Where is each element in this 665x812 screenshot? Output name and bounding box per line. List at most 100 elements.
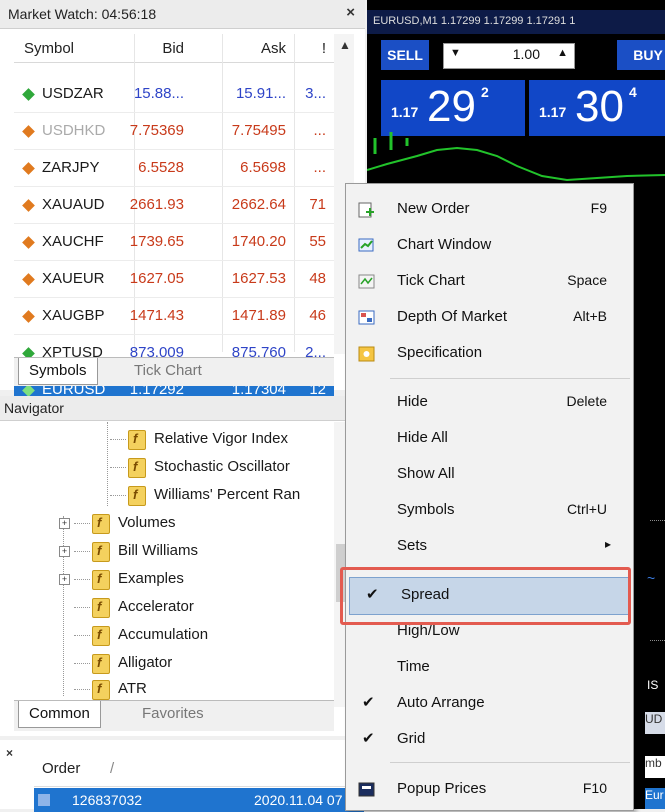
- spread-highlight-outline: [340, 567, 631, 625]
- chart-line-fragment: ~: [647, 570, 656, 586]
- expand-icon[interactable]: +: [59, 574, 70, 585]
- menu-item-symbols[interactable]: Symbols Ctrl+U: [346, 493, 633, 529]
- navigator-panel: Navigator Common Favorites Relative Vigo…: [0, 396, 365, 736]
- menu-label: Show All: [397, 465, 455, 482]
- row-spread: ...: [313, 122, 326, 139]
- column-header-bid[interactable]: Bid: [162, 40, 184, 57]
- expand-icon[interactable]: +: [59, 546, 70, 557]
- market-watch-title: Market Watch: 04:56:18: [8, 6, 157, 22]
- row-ask: 1740.20: [231, 233, 286, 250]
- navigator-item[interactable]: Relative Vigor Index: [154, 426, 288, 452]
- menu-item-hide[interactable]: Hide Delete: [346, 385, 633, 421]
- row-symbol: XAUGBP: [42, 307, 105, 324]
- order-row[interactable]: 126837032 2020.11.04 07: [34, 788, 364, 812]
- menu-item-tick-chart[interactable]: Tick Chart Space: [346, 264, 633, 300]
- market-watch-row[interactable]: USDHKD 7.75369 7.75495...: [14, 113, 334, 150]
- market-watch-row[interactable]: XAUCHF 1739.65 1740.20 55: [14, 224, 334, 261]
- tick-chart-icon: [358, 274, 376, 290]
- market-watch-row[interactable]: XAUEUR 1627.05 1627.53 48: [14, 261, 334, 298]
- row-bid: 6.5528: [138, 159, 184, 176]
- tree-line: [110, 467, 126, 468]
- menu-item-show-all[interactable]: Show All: [346, 457, 633, 493]
- indicator-icon: [128, 486, 146, 506]
- tree-line: [63, 516, 64, 696]
- navigator-item[interactable]: ATR: [118, 676, 147, 702]
- specification-icon: [358, 346, 376, 362]
- column-header-order[interactable]: Order: [42, 760, 80, 777]
- menu-shortcut: F10: [582, 780, 607, 796]
- menu-item-hide-all[interactable]: Hide All: [346, 421, 633, 457]
- market-watch-row[interactable]: USDZAR 15.88... 15.91... 3...: [14, 76, 334, 113]
- row-ask: 1627.53: [231, 270, 286, 287]
- navigator-item[interactable]: Accumulation: [118, 622, 208, 648]
- row-bid: 7.75369: [129, 122, 184, 139]
- menu-label: Grid: [397, 730, 426, 747]
- tab-tick-chart[interactable]: Tick Chart: [124, 358, 212, 384]
- row-bid: 1739.65: [129, 233, 184, 250]
- tab-symbols[interactable]: Symbols: [18, 358, 98, 385]
- row-ask: 2662.64: [231, 196, 286, 213]
- menu-item-chart-window[interactable]: Chart Window: [346, 228, 633, 264]
- column-header-spread[interactable]: !: [322, 40, 326, 57]
- menu-label: Chart Window: [397, 236, 492, 253]
- lot-size-value: 1.00: [512, 46, 540, 62]
- menu-shortcut: Ctrl+U: [566, 501, 607, 517]
- navigator-item[interactable]: Stochastic Oscillator: [154, 454, 290, 480]
- lot-size-input[interactable]: ▼ 1.00 ▲: [443, 43, 575, 69]
- navigator-item[interactable]: Volumes: [118, 510, 176, 536]
- menu-item-depth-of-market[interactable]: Depth Of Market Alt+B: [346, 300, 633, 336]
- row-symbol: ZARJPY: [42, 159, 100, 176]
- menu-label: Tick Chart: [397, 272, 465, 289]
- menu-separator: [390, 762, 630, 763]
- row-bid: 15.88...: [133, 85, 184, 102]
- navigator-item[interactable]: Examples: [118, 566, 184, 592]
- menu-item-time[interactable]: Time: [346, 650, 633, 686]
- price-down-icon: [22, 310, 35, 323]
- sell-button[interactable]: SELL: [381, 40, 429, 70]
- menu-item-grid[interactable]: ✔ Grid: [346, 722, 633, 758]
- indicator-icon: [92, 598, 110, 618]
- price-down-icon: [22, 273, 35, 286]
- market-watch-panel: Market Watch: 04:56:18 × Symbol Bid Ask …: [0, 0, 365, 409]
- chevron-down-icon[interactable]: ▼: [450, 47, 461, 59]
- menu-item-popup-prices[interactable]: Popup Prices F10: [346, 772, 633, 808]
- tab-favorites[interactable]: Favorites: [132, 701, 214, 727]
- market-watch-row[interactable]: XAUGBP 1471.43 1471.89 46: [14, 298, 334, 335]
- menu-label: Specification: [397, 344, 483, 361]
- row-bid: 1627.05: [129, 270, 184, 287]
- navigator-item[interactable]: Williams' Percent Ran: [154, 482, 300, 508]
- scroll-up-icon[interactable]: ▲: [339, 38, 351, 52]
- buy-button[interactable]: BUY: [617, 40, 665, 70]
- menu-item-specification[interactable]: Specification: [346, 336, 633, 372]
- navigator-item[interactable]: Bill Williams: [118, 538, 198, 564]
- row-symbol: XAUEUR: [42, 270, 105, 287]
- row-spread: 71: [309, 196, 326, 213]
- menu-item-new-order[interactable]: New Order F9: [346, 192, 633, 228]
- menu-label: Depth Of Market: [397, 308, 508, 325]
- row-spread: 46: [309, 307, 326, 324]
- column-header-ask[interactable]: Ask: [261, 40, 286, 57]
- tab-common[interactable]: Common: [18, 701, 101, 728]
- tree-line: [107, 422, 108, 506]
- indicator-icon: [128, 430, 146, 450]
- menu-item-sets[interactable]: Sets ▸: [346, 529, 633, 565]
- expand-icon[interactable]: +: [59, 518, 70, 529]
- indicator-icon: [92, 626, 110, 646]
- order-time: 2020.11.04 07: [254, 792, 343, 808]
- navigator-item[interactable]: Alligator: [118, 650, 172, 676]
- order-icon: [38, 794, 50, 806]
- market-watch-row[interactable]: XAUAUD 2661.93 2662.64 71: [14, 187, 334, 224]
- navigator-title: Navigator: [4, 400, 64, 416]
- navigator-item[interactable]: Accelerator: [118, 594, 194, 620]
- menu-item-auto-arrange[interactable]: ✔ Auto Arrange: [346, 686, 633, 722]
- tree-line: [74, 689, 90, 690]
- close-icon[interactable]: ×: [346, 4, 355, 21]
- chevron-up-icon[interactable]: ▲: [557, 47, 568, 59]
- menu-label: Time: [397, 658, 430, 675]
- market-watch-row[interactable]: ZARJPY 6.5528 6.5698...: [14, 150, 334, 187]
- column-header-symbol[interactable]: Symbol: [24, 40, 74, 57]
- checkmark-icon: ✔: [362, 694, 375, 711]
- menu-label: Popup Prices: [397, 780, 487, 797]
- menu-label: New Order: [397, 200, 470, 217]
- close-icon[interactable]: ×: [6, 746, 13, 760]
